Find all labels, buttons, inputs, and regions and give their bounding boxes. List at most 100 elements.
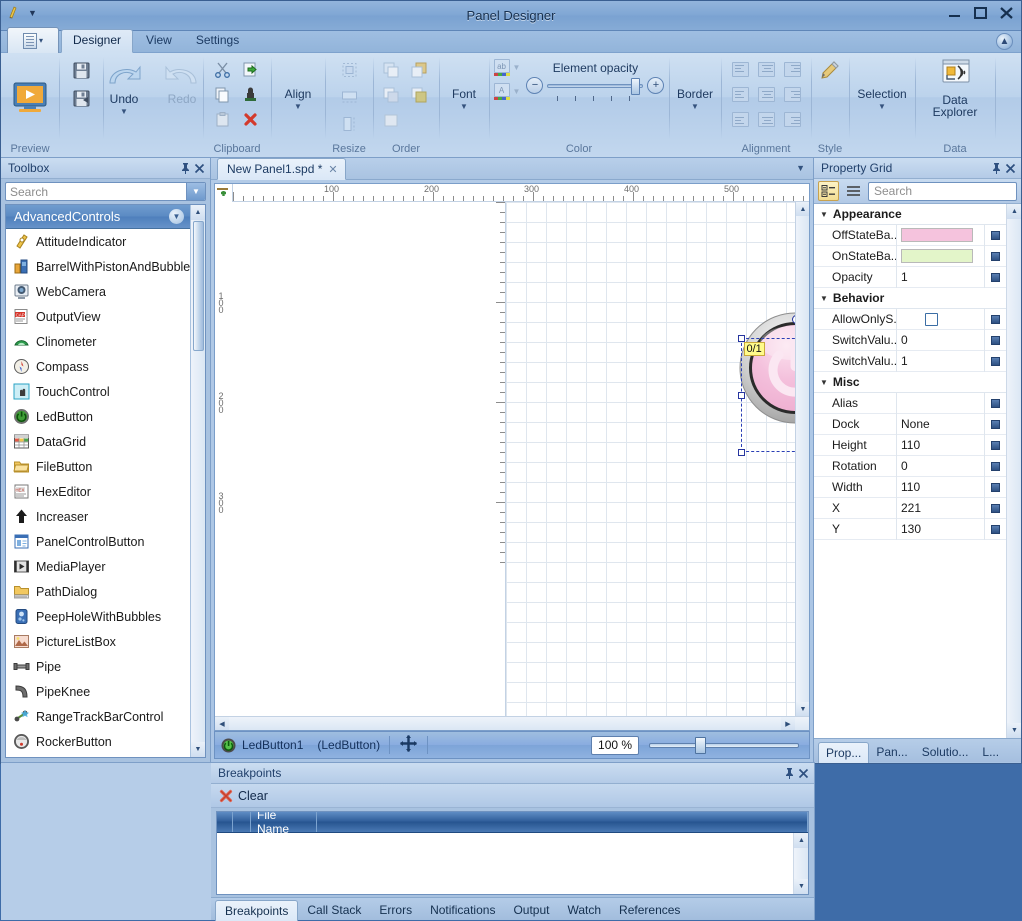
help-button[interactable]: ▲ (996, 33, 1013, 50)
bring-to-front-button[interactable] (406, 57, 432, 82)
property-row[interactable]: Y130 (814, 519, 1006, 540)
close-button[interactable] (998, 5, 1015, 21)
property-row[interactable]: SwitchValu...0 (814, 330, 1006, 351)
font-button[interactable]: Font ▼ (446, 86, 482, 112)
property-editor-button[interactable] (984, 267, 1006, 288)
selection-handle-nw[interactable] (738, 335, 745, 342)
align-bottom-center-button[interactable] (753, 107, 779, 132)
toolbox-close-button[interactable] (192, 161, 206, 175)
resize-width-button[interactable] (336, 84, 362, 109)
tab-settings[interactable]: Settings (185, 30, 250, 52)
property-grid-close-button[interactable] (1003, 161, 1017, 175)
property-checkbox[interactable] (925, 313, 938, 326)
property-grid-tab[interactable]: Pan... (869, 742, 914, 762)
property-grid-scrollbar[interactable]: ▲ ▼ (1006, 204, 1021, 738)
property-editor-button[interactable] (984, 225, 1006, 246)
font-caret-icon[interactable]: ▼ (460, 103, 468, 110)
resize-both-button[interactable] (336, 57, 362, 82)
property-row[interactable]: Alias (814, 393, 1006, 414)
toolbox-scroll-up-button[interactable]: ▲ (191, 205, 206, 220)
breakpoints-scroll-up-button[interactable]: ▲ (794, 833, 809, 848)
toolbox-search[interactable]: ▼ (5, 182, 206, 201)
canvas-scroll-down-button[interactable]: ▼ (796, 702, 810, 716)
breakpoints-column-3[interactable] (317, 812, 808, 832)
bottom-dock-tab[interactable]: Breakpoints (215, 900, 298, 921)
toolbox-item[interactable]: BarrelWithPistonAndBubbles (6, 254, 190, 279)
undo-button[interactable]: Undo ▼ (96, 59, 152, 117)
property-category[interactable]: ▼Behavior (814, 288, 1006, 309)
toolbox-search-dropdown-icon[interactable]: ▼ (186, 183, 205, 200)
property-grid-search[interactable] (868, 182, 1017, 201)
property-value[interactable]: 110 (896, 435, 984, 456)
bottom-dock-tab[interactable]: Notifications (421, 900, 504, 920)
canvas-horizontal-scrollbar[interactable]: ◀ ▶ (215, 716, 809, 730)
paste-special-button[interactable] (237, 57, 263, 82)
zoom-value[interactable]: 100 % (591, 736, 639, 755)
property-grid-scroll-up-button[interactable]: ▲ (1007, 204, 1021, 219)
toolbox-item[interactable]: MediaPlayer (6, 554, 190, 579)
selection-button[interactable]: Selection ▼ (851, 86, 912, 112)
toolbox-item[interactable]: RockerButton (6, 729, 190, 754)
property-value[interactable] (896, 309, 984, 330)
bottom-dock-tab[interactable]: Output (504, 900, 558, 920)
toolbox-search-input[interactable] (6, 183, 186, 200)
property-value[interactable] (896, 225, 984, 246)
bottom-dock-tab[interactable]: References (610, 900, 689, 920)
opacity-increase-button[interactable]: + (647, 77, 664, 94)
property-editor-button[interactable] (984, 414, 1006, 435)
tab-view[interactable]: View (135, 30, 183, 52)
toolbox-pin-button[interactable] (178, 161, 192, 175)
property-row[interactable]: DockNone (814, 414, 1006, 435)
toolbox-item[interactable]: Pipe (6, 654, 190, 679)
align-middle-center-button[interactable] (753, 82, 779, 107)
property-color-swatch[interactable] (901, 228, 973, 242)
send-backward-button[interactable] (378, 82, 404, 107)
cut-button[interactable] (209, 57, 235, 82)
property-grid-tab[interactable]: Prop... (818, 742, 869, 763)
border-caret-icon[interactable]: ▼ (691, 103, 699, 110)
align-button[interactable]: Align ▼ (279, 86, 318, 112)
property-row[interactable]: Rotation0 (814, 456, 1006, 477)
toolbox-item[interactable]: PeepHoleWithBubbles (6, 604, 190, 629)
data-explorer-button[interactable]: Data Explorer (921, 56, 989, 120)
property-editor-button[interactable] (984, 351, 1006, 372)
toolbox-item[interactable]: TouchControl (6, 379, 190, 404)
selection-handle-w[interactable] (738, 392, 745, 399)
paste-button[interactable] (209, 107, 235, 132)
zoom-slider[interactable] (649, 736, 803, 754)
toolbox-item[interactable]: Compass (6, 354, 190, 379)
save-button[interactable] (72, 61, 91, 83)
foreground-color-button[interactable]: A ▼ (494, 83, 521, 100)
format-painter-button[interactable] (237, 82, 263, 107)
property-row[interactable]: OnStateBa... (814, 246, 1006, 267)
toolbox-item[interactable]: Increaser (6, 504, 190, 529)
breakpoints-column-1[interactable] (233, 812, 251, 832)
toolbox-item[interactable]: PathDialog (6, 579, 190, 604)
align-bottom-left-button[interactable] (727, 107, 753, 132)
align-caret-icon[interactable]: ▼ (294, 103, 302, 110)
breakpoints-column-filename[interactable]: File Name (251, 812, 317, 832)
property-grid-search-input[interactable] (869, 183, 1016, 200)
property-editor-button[interactable] (984, 477, 1006, 498)
bottom-dock-tab[interactable]: Errors (370, 900, 421, 920)
order-extra-button[interactable] (378, 107, 404, 132)
opacity-decrease-button[interactable]: − (526, 77, 543, 94)
property-value[interactable] (896, 393, 984, 414)
property-row[interactable]: Opacity1 (814, 267, 1006, 288)
property-grid-scroll-down-button[interactable]: ▼ (1007, 723, 1021, 738)
property-editor-button[interactable] (984, 498, 1006, 519)
design-canvas[interactable]: 0/1 (506, 202, 796, 716)
property-value[interactable]: 221 (896, 498, 984, 519)
delete-button[interactable] (237, 107, 263, 132)
toolbox-item[interactable]: FileButton (6, 454, 190, 479)
bring-forward-button[interactable] (378, 57, 404, 82)
breakpoints-pin-button[interactable] (782, 766, 796, 780)
toolbox-category-collapse-icon[interactable]: ▼ (169, 209, 184, 224)
tab-designer[interactable]: Designer (61, 29, 133, 53)
document-tab-list-icon[interactable]: ▼ (796, 163, 805, 173)
toolbox-item[interactable]: DataGrid (6, 429, 190, 454)
property-grid-tab[interactable]: L... (975, 742, 1006, 762)
property-row[interactable]: X221 (814, 498, 1006, 519)
redo-button[interactable]: Redo (154, 59, 210, 108)
selection-caret-icon[interactable]: ▼ (878, 103, 886, 110)
